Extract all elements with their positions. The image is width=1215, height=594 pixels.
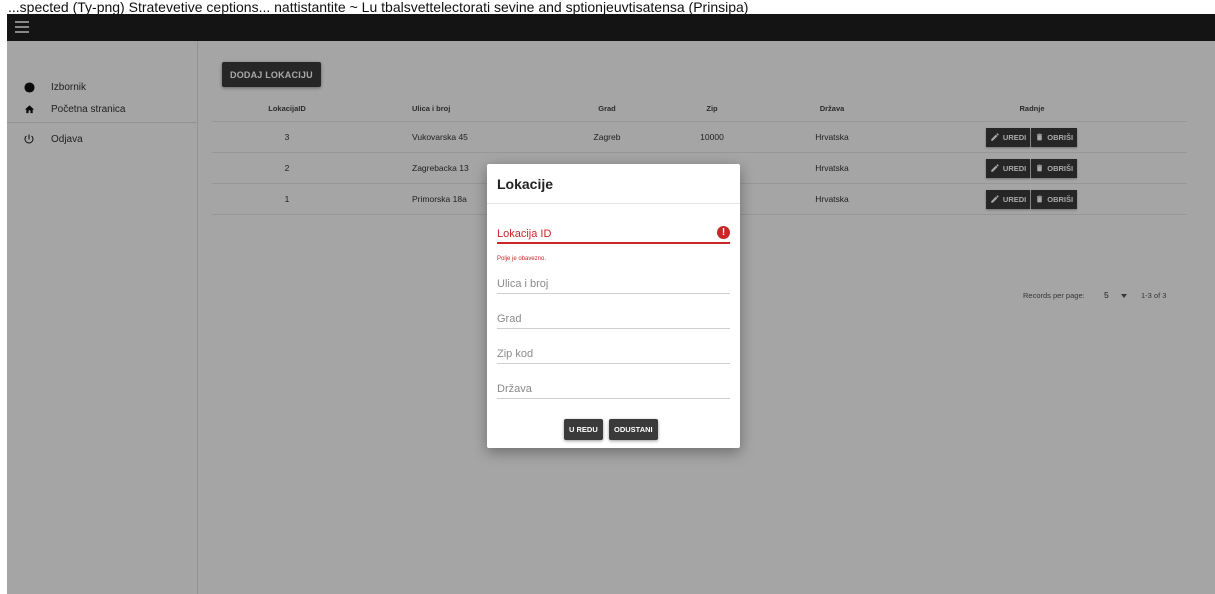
dialog-divider: [487, 203, 740, 204]
location-id-field: !: [497, 224, 730, 244]
caption-text: ...spected (Ty-png) Stratevetive ception…: [0, 0, 1215, 14]
app-window: Izbornik Početna stranica Odjava DODAJ L…: [7, 14, 1215, 594]
country-input[interactable]: [497, 380, 730, 398]
street-field: [497, 274, 730, 294]
cancel-button[interactable]: ODUSTANI: [609, 419, 658, 440]
dialog-title: Lokacije: [497, 176, 554, 192]
zip-field: [497, 344, 730, 364]
validation-error-message: Polje je obavezno.: [497, 256, 547, 262]
zip-input[interactable]: [497, 345, 730, 363]
country-field: [497, 379, 730, 399]
city-field: [497, 309, 730, 329]
location-dialog: Lokacije ! Polje je obavezno. U REDU ODU…: [487, 164, 740, 448]
ok-button[interactable]: U REDU: [564, 419, 603, 440]
location-id-input[interactable]: [497, 225, 730, 243]
error-icon: !: [717, 226, 730, 239]
city-input[interactable]: [497, 310, 730, 328]
street-input[interactable]: [497, 275, 730, 293]
